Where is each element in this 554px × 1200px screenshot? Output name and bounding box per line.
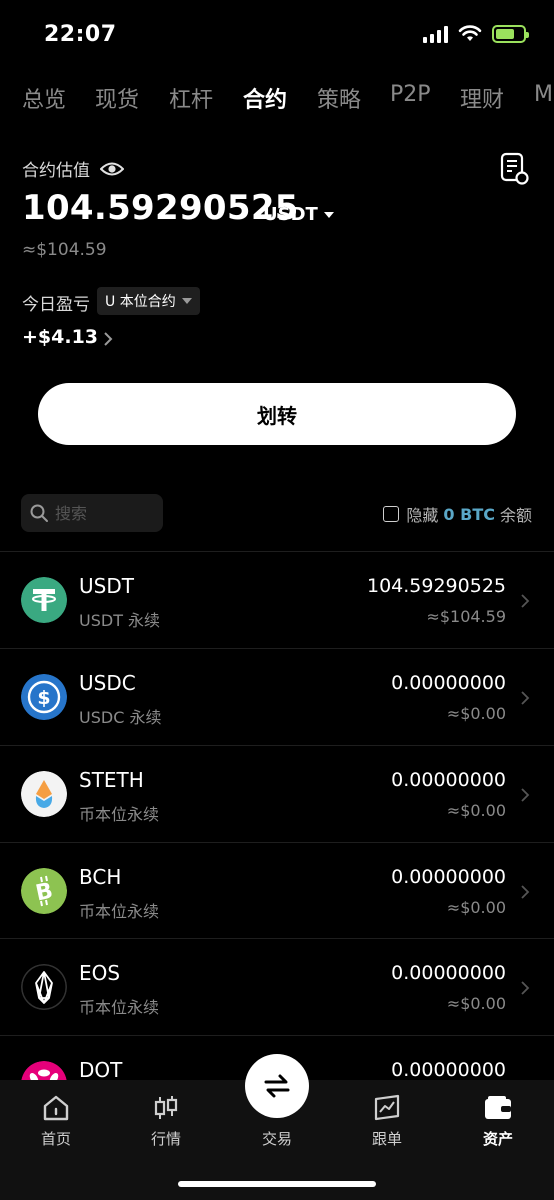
caret-down-icon	[181, 298, 192, 304]
nav-market-label: 行情	[150, 1130, 181, 1148]
asset-amount: 0.00000000	[391, 866, 506, 888]
asset-amount: 0.00000000	[391, 769, 506, 791]
valuation-unit-selector[interactable]: USDT	[263, 204, 334, 225]
tab-p2p[interactable]: P2P	[390, 82, 431, 107]
hide-suffix: 余额	[499, 506, 532, 525]
search-icon	[30, 504, 48, 522]
asset-row-eos[interactable]: EOS 币本位永续 0.00000000 ≈$0.00	[0, 939, 554, 1035]
asset-name: USDT	[79, 574, 134, 598]
nav-assets[interactable]: 资产	[458, 1092, 538, 1149]
valuation-amount: 104.59290525	[22, 188, 299, 228]
candlestick-icon	[154, 1096, 178, 1119]
asset-amount: 0.00000000	[391, 1059, 506, 1081]
steth-icon	[21, 771, 67, 817]
usdc-icon: $	[21, 674, 67, 720]
search-box[interactable]	[21, 494, 163, 532]
tab-strategy[interactable]: 策略	[317, 82, 361, 114]
asset-subtitle: 币本位永续	[79, 998, 160, 1017]
chevron-right-icon[interactable]	[102, 330, 114, 348]
asset-usd-value: ≈$0.00	[446, 994, 506, 1013]
nav-market[interactable]: 行情	[126, 1092, 206, 1149]
tab-futures[interactable]: 合约	[243, 82, 287, 114]
status-icons	[423, 25, 529, 43]
chevron-right-icon	[521, 885, 530, 899]
asset-name: BCH	[79, 865, 122, 889]
search-input[interactable]	[55, 503, 155, 523]
asset-usd-value: ≈$0.00	[446, 704, 506, 723]
chevron-right-icon	[521, 594, 530, 608]
top-tabs: 总览 现货 杠杆 合约 策略 P2P 理财 M	[0, 82, 554, 122]
nav-home-label: 首页	[40, 1130, 71, 1148]
chevron-right-icon	[521, 691, 530, 705]
svg-text:$: $	[37, 687, 50, 709]
home-icon	[43, 1095, 69, 1121]
pnl-value[interactable]: +$4.13	[22, 326, 98, 348]
asset-row-usdt[interactable]: USDT USDT 永续 104.59290525 ≈$104.59	[0, 552, 554, 648]
valuation-label-row: 合约估值	[22, 156, 124, 181]
asset-amount: 0.00000000	[391, 962, 506, 984]
tab-spot[interactable]: 现货	[95, 82, 139, 114]
cellular-signal-icon	[423, 25, 448, 43]
trade-button[interactable]	[245, 1054, 309, 1118]
wallet-icon	[485, 1096, 511, 1119]
chart-board-icon	[374, 1094, 400, 1121]
bch-icon: B	[21, 868, 67, 914]
nav-assets-label: 资产	[482, 1130, 513, 1148]
status-bar: 22:07	[0, 0, 554, 68]
transfer-button[interactable]: 划转	[38, 383, 516, 445]
tether-icon	[21, 577, 67, 623]
asset-name: USDC	[79, 671, 136, 695]
asset-name: STETH	[79, 768, 144, 792]
pnl-label: 今日盈亏	[22, 295, 90, 315]
nav-trade-label[interactable]: 交易	[237, 1128, 317, 1149]
asset-row-usdc[interactable]: $ USDC USDC 永续 0.00000000 ≈$0.00	[0, 649, 554, 745]
swap-arrows-icon	[264, 1074, 290, 1098]
asset-usd-value: ≈$0.00	[446, 801, 506, 820]
records-icon[interactable]	[500, 152, 530, 186]
asset-usd-value: ≈$104.59	[426, 607, 506, 626]
contract-type-selector[interactable]: U 本位合约	[97, 287, 200, 315]
valuation-approx: ≈$104.59	[22, 240, 107, 260]
hide-small-balance-toggle[interactable]: 隐藏 0 BTC 余额	[383, 502, 532, 526]
hide-threshold: 0 BTC	[443, 504, 495, 524]
asset-amount: 104.59290525	[366, 575, 506, 597]
asset-subtitle: 币本位永续	[79, 902, 160, 921]
hide-balance-checkbox[interactable]	[383, 506, 400, 522]
chevron-right-icon	[521, 788, 530, 802]
asset-subtitle: USDC 永续	[79, 708, 162, 727]
asset-subtitle: USDT 永续	[79, 611, 161, 630]
status-time: 22:07	[44, 22, 117, 47]
tab-earn[interactable]: 理财	[460, 82, 504, 114]
tab-more[interactable]: M	[534, 82, 553, 107]
contract-type-label: U 本位合约	[105, 294, 176, 310]
battery-icon	[492, 25, 529, 43]
hide-label: 隐藏	[406, 506, 439, 525]
asset-row-steth[interactable]: STETH 币本位永续 0.00000000 ≈$0.00	[0, 746, 554, 842]
tab-overview[interactable]: 总览	[22, 82, 66, 114]
eye-icon[interactable]	[100, 161, 124, 177]
home-indicator	[178, 1181, 376, 1187]
asset-subtitle: 币本位永续	[79, 805, 160, 824]
asset-amount: 0.00000000	[391, 672, 506, 694]
wifi-icon	[458, 25, 482, 41]
caret-down-icon	[323, 211, 334, 218]
nav-copy-trading[interactable]: 跟单	[347, 1092, 427, 1149]
tab-margin[interactable]: 杠杆	[169, 82, 213, 114]
asset-row-bch[interactable]: B BCH 币本位永续 0.00000000 ≈$0.00	[0, 843, 554, 939]
eos-icon	[21, 964, 67, 1010]
asset-name: EOS	[79, 961, 121, 985]
asset-name: DOT	[79, 1058, 123, 1082]
nav-home[interactable]: 首页	[16, 1092, 96, 1149]
asset-usd-value: ≈$0.00	[446, 898, 506, 917]
chevron-right-icon	[521, 981, 530, 995]
nav-copy-label: 跟单	[371, 1130, 402, 1148]
valuation-label: 合约估值	[22, 161, 90, 181]
valuation-unit: USDT	[263, 204, 318, 225]
